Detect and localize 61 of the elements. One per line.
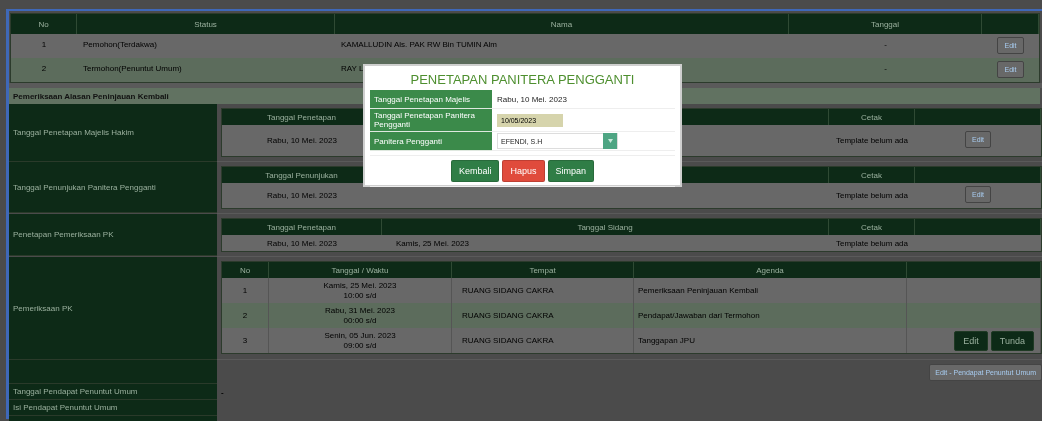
table-cell: Kamis, 25 Mei. 2023 — [396, 238, 469, 248]
column-header: Tempat — [452, 262, 634, 278]
column-header: Tanggal / Waktu — [269, 262, 452, 278]
table-cell: 3 — [242, 336, 248, 345]
column-header: Status — [77, 14, 335, 34]
table-cell: Termohon(Penuntut Umum) — [83, 64, 182, 73]
table-cell: Tanggapan JPU — [638, 336, 695, 345]
field-value: - — [221, 387, 224, 397]
table-cell: Senin, 05 Jun. 2023 — [324, 331, 396, 341]
table-cell: 1 — [242, 286, 248, 295]
table-cell: Rabu, 10 Mei. 2023 — [267, 191, 337, 200]
table-cell: RUANG SIDANG CAKRA — [462, 286, 554, 295]
table-cell: Template belum ada — [835, 238, 908, 248]
table-cell: 1 — [41, 40, 47, 49]
row-label: Pemeriksaan PK — [9, 257, 217, 360]
table-cell: - — [884, 64, 887, 73]
table-cell: Rabu, 10 Mei. 2023 — [267, 136, 337, 145]
delete-button[interactable]: Hapus — [502, 160, 545, 182]
column-header: Nama — [335, 14, 789, 34]
table-cell: RAY L — [341, 64, 364, 73]
schedule-button[interactable]: Tunda — [990, 330, 1034, 351]
field-label: Tanggal Penetapan Panitera Pengganti — [370, 109, 492, 132]
column-header: Agenda — [634, 262, 907, 278]
table-cell: Pemeriksaan Peninjauan Kembali — [638, 286, 759, 295]
schedule-button[interactable]: Edit — [954, 330, 988, 351]
row-label: Isi Pendapat Penuntut Umum — [9, 400, 217, 416]
table-cell: Rabu, 31 Mei. 2023 — [325, 306, 395, 316]
table-cell: Template belum ada — [835, 191, 908, 200]
table-cell: Kamis, 25 Mei. 2023 — [323, 281, 397, 291]
field-label: Panitera Pengganti — [370, 132, 492, 151]
field-label: Tanggal Penetapan Majelis — [370, 90, 492, 109]
column-header: Cetak — [829, 167, 915, 183]
table-cell: RUANG SIDANG CAKRA — [462, 311, 554, 320]
column-header: Cetak — [829, 109, 915, 125]
row-label: Tanggal Pendapat Penuntut Umum — [9, 384, 217, 400]
column-header: Tanggal — [789, 14, 982, 34]
table-cell: Pendapat/Jawaban dari Termohon — [638, 311, 760, 320]
field-value: Rabu, 10 Mei. 2023 — [497, 94, 567, 104]
table-cell: 2 — [41, 64, 47, 73]
table-cell: RUANG SIDANG CAKRA — [462, 336, 554, 345]
table-cell: 10:00 s/d — [343, 290, 377, 300]
table-cell: Rabu, 10 Mei. 2023 — [267, 238, 337, 248]
column-header: No — [11, 14, 77, 34]
table-cell: - — [884, 40, 887, 49]
table-cell: Template belum ada — [835, 136, 908, 145]
column-header: Tanggal Sidang — [382, 219, 829, 235]
caret-icon — [607, 139, 613, 143]
table-cell: 09:00 s/d — [343, 340, 377, 350]
dialog-title: PENETAPAN PANITERA PENGGANTI — [409, 72, 636, 87]
back-button[interactable]: Kembali — [450, 160, 500, 182]
column-header: Tanggal Penetapan — [222, 219, 382, 235]
table-cell: KAMALLUDIN Als. PAK RW Bin TUMIN Alm — [341, 40, 498, 49]
table-cell: 2 — [242, 311, 248, 320]
column-header: No — [222, 262, 269, 278]
row-label: Tanggal Penunjukan Panitera Pengganti — [9, 162, 217, 213]
row-label: Tanggal Penetapan Majelis Hakim — [9, 104, 217, 162]
table-cell: Pemohon(Terdakwa) — [83, 40, 157, 49]
save-button[interactable]: Simpan — [547, 160, 594, 182]
table-cell: 00:00 s/d — [343, 315, 377, 325]
column-header: Cetak — [829, 219, 915, 235]
row-label: Penetapan Pemeriksaan PK — [9, 214, 217, 256]
